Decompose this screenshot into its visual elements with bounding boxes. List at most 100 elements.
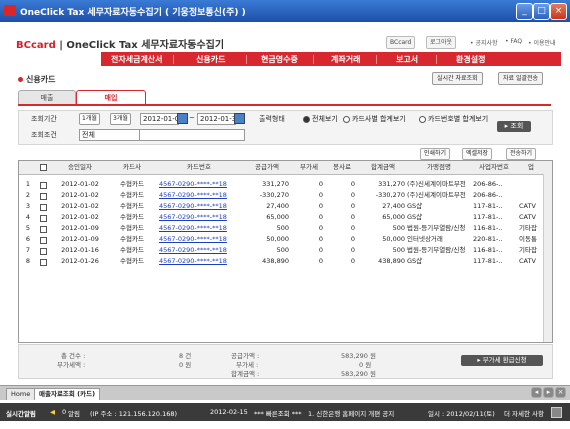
alert-count: 0 bbox=[62, 408, 67, 416]
tab-home[interactable]: Home bbox=[6, 388, 36, 400]
header-bizno[interactable]: 사업자번호 bbox=[471, 162, 517, 173]
minimize-button[interactable]: _ bbox=[516, 3, 533, 20]
table-row[interactable]: 1 2012-01-02 수협카드 4567-0290-****-**18 33… bbox=[19, 179, 544, 190]
condition-select[interactable]: 전체 bbox=[79, 129, 140, 141]
cell-date: 2012-01-09 bbox=[61, 235, 99, 243]
next-tab-icon[interactable]: ▸ bbox=[543, 387, 554, 398]
row-checkbox[interactable] bbox=[40, 193, 47, 200]
summary-panel: 총 건수 : 8 건 부가세액 : 0 원 공급가액 : 583,290 원 부… bbox=[18, 344, 553, 379]
table-scrollbar[interactable] bbox=[543, 174, 552, 342]
cell-date: 2012-01-02 bbox=[61, 202, 99, 210]
table-row[interactable]: 6 2012-01-09 수협카드 4567-0290-****-**18 50… bbox=[19, 234, 544, 245]
radio-card-sum[interactable]: 카드사별 합계보기 bbox=[343, 114, 406, 124]
cell-type: CATV bbox=[519, 202, 536, 210]
calendar-icon[interactable] bbox=[234, 113, 245, 124]
cell-cardno[interactable]: 4567-0290-****-**18 bbox=[159, 234, 241, 245]
notice-link[interactable]: • 공지사항 bbox=[470, 38, 498, 47]
quick-query[interactable]: *** 빠른조회 *** bbox=[254, 408, 302, 418]
maximize-button[interactable]: □ bbox=[533, 3, 550, 20]
menu-creditcard[interactable]: 신용카드 bbox=[196, 54, 225, 65]
header-service[interactable]: 봉사료 bbox=[327, 162, 357, 173]
cell-cardno[interactable]: 4567-0290-****-**18 bbox=[159, 245, 241, 256]
header-issuer[interactable]: 카드사 bbox=[111, 162, 153, 173]
row-number: 6 bbox=[25, 235, 31, 243]
cell-cardno[interactable]: 4567-0290-****-**18 bbox=[159, 223, 241, 234]
cell-cardno[interactable]: 4567-0290-****-**18 bbox=[159, 256, 241, 267]
main-menu: 전자세금계산서 신용카드 현금영수증 계좌거래 보고서 환경설정 bbox=[101, 52, 561, 66]
date-from-input[interactable]: 2012-01-01 bbox=[140, 113, 184, 125]
header-date[interactable]: 승인일자 bbox=[51, 162, 109, 173]
realtime-query-button[interactable]: 실시간 자료조회 bbox=[432, 72, 483, 85]
row-checkbox[interactable] bbox=[40, 226, 47, 233]
row-checkbox[interactable] bbox=[40, 204, 47, 211]
status-toggle-icon[interactable] bbox=[551, 407, 562, 418]
menu-report[interactable]: 보고서 bbox=[396, 54, 418, 65]
app-window: OneClick Tax 세무자료자동수집기 ( 기웅정보통신(주) ) _ □… bbox=[0, 0, 570, 429]
header-merchant[interactable]: 가맹점명 bbox=[409, 162, 469, 173]
menu-divider bbox=[173, 55, 174, 64]
radio-view-all[interactable]: 전체보기 bbox=[303, 114, 338, 124]
tab-sales-card[interactable]: 매출자료조회 (카드) bbox=[34, 388, 101, 400]
row-checkbox[interactable] bbox=[40, 215, 47, 222]
more-link[interactable]: 더 자세한 사항 bbox=[504, 408, 544, 418]
menu-divider bbox=[246, 55, 247, 64]
header-total[interactable]: 합계금액 bbox=[359, 162, 407, 173]
table-row[interactable]: 2 2012-01-02 수협카드 4567-0290-****-**18 -3… bbox=[19, 190, 544, 201]
condition-input[interactable] bbox=[139, 129, 245, 141]
vat-refund-button[interactable]: ▸ 부가세 환급신청 bbox=[461, 355, 543, 366]
radio-cardno-sum[interactable]: 카드번호별 합계보기 bbox=[419, 114, 488, 124]
table-row[interactable]: 4 2012-01-02 수협카드 4567-0290-****-**18 65… bbox=[19, 212, 544, 223]
cell-type: 기타잡 bbox=[519, 246, 537, 254]
row-checkbox[interactable] bbox=[40, 248, 47, 255]
bccard-button[interactable]: BCcard bbox=[386, 36, 416, 49]
table-row[interactable]: 3 2012-01-02 수협카드 4567-0290-****-**18 27… bbox=[19, 201, 544, 212]
row-number: 2 bbox=[25, 191, 31, 199]
header-cardno[interactable]: 카드번호 bbox=[157, 162, 241, 173]
tab-purchase[interactable]: 매입 bbox=[76, 90, 146, 105]
cell-cardno[interactable]: 4567-0290-****-**18 bbox=[159, 179, 241, 190]
app-icon bbox=[4, 5, 16, 16]
send-button[interactable]: 전송하기 bbox=[506, 148, 537, 160]
row-checkbox[interactable] bbox=[40, 182, 47, 189]
faq-link[interactable]: • FAQ bbox=[505, 38, 522, 45]
print-button[interactable]: 인쇄하기 bbox=[420, 148, 451, 160]
today-date: 일시 : 2012/02/11(토) bbox=[428, 410, 495, 418]
excel-button[interactable]: 엑셀저장 bbox=[462, 148, 493, 160]
menu-account[interactable]: 계좌거래 bbox=[331, 54, 360, 65]
cell-cardno[interactable]: 4567-0290-****-**18 bbox=[159, 190, 241, 201]
cell-cardno[interactable]: 4567-0290-****-**18 bbox=[159, 212, 241, 223]
radio-cardno-sum-label: 카드번호별 합계보기 bbox=[428, 115, 489, 123]
period-1month-button[interactable]: 1개월 bbox=[79, 113, 100, 125]
period-3month-button[interactable]: 3개월 bbox=[110, 113, 131, 125]
select-all-checkbox[interactable] bbox=[40, 164, 47, 171]
row-checkbox[interactable] bbox=[40, 237, 47, 244]
header-vat[interactable]: 부가세 bbox=[293, 162, 325, 173]
header-type[interactable]: 업 bbox=[519, 162, 543, 173]
close-tab-icon[interactable]: × bbox=[555, 387, 566, 398]
cell-type: 기타잡 bbox=[519, 224, 537, 232]
row-checkbox[interactable] bbox=[40, 259, 47, 266]
date-to-input[interactable]: 2012-01-31 bbox=[197, 113, 241, 125]
news-ticker[interactable]: 1. 신한은행 홈페이지 개편 공지 bbox=[308, 408, 394, 418]
cell-bizno: 116-81-.. bbox=[473, 246, 503, 254]
guide-link[interactable]: • 이용안내 bbox=[528, 38, 556, 47]
cell-cardno[interactable]: 4567-0290-****-**18 bbox=[159, 201, 241, 212]
menu-cashreceipt[interactable]: 현금영수증 bbox=[261, 54, 298, 65]
table-row[interactable]: 8 2012-01-26 수협카드 4567-0290-****-**18 43… bbox=[19, 256, 544, 267]
table-row[interactable]: 7 2012-01-16 수협카드 4567-0290-****-**18 50… bbox=[19, 245, 544, 256]
batch-send-button[interactable]: 자료 일괄전송 bbox=[498, 72, 544, 85]
search-button[interactable]: ▸ 조회 bbox=[497, 121, 531, 132]
calendar-icon[interactable] bbox=[177, 113, 188, 124]
menu-settings[interactable]: 환경설정 bbox=[456, 54, 485, 65]
table-row[interactable]: 5 2012-01-09 수협카드 4567-0290-****-**18 50… bbox=[19, 223, 544, 234]
tab-sales[interactable]: 매출 bbox=[18, 90, 76, 105]
prev-tab-icon[interactable]: ◂ bbox=[531, 387, 542, 398]
radio-icon bbox=[419, 115, 426, 123]
close-button[interactable]: × bbox=[550, 3, 567, 20]
output-label: 출력형태 bbox=[259, 115, 285, 123]
logout-button[interactable]: 로그아웃 bbox=[426, 36, 457, 49]
menu-etax[interactable]: 전자세금계산서 bbox=[111, 54, 163, 65]
header-supply[interactable]: 공급가액 bbox=[243, 162, 291, 173]
cell-date: 2012-01-02 bbox=[61, 191, 99, 199]
logo: BCcard | OneClick Tax 세무자료자동수집기 bbox=[16, 36, 224, 51]
